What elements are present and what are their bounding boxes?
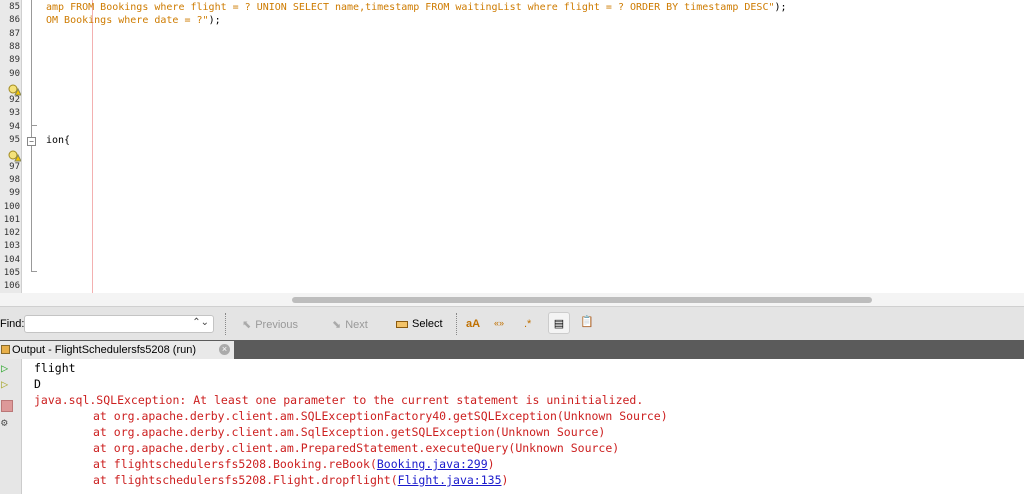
line-number: 97 [9, 161, 20, 172]
source-link[interactable]: Booking.java:299 [377, 457, 488, 471]
warning-bulb-icon[interactable] [8, 147, 22, 162]
stack-trace-line: at flightschedulersfs5208.Flight.dropfli… [34, 472, 508, 488]
next-arrow-icon: ⬊ [332, 319, 342, 331]
toolbar-separator [225, 313, 226, 335]
rerun-icon[interactable]: ▷ [1, 362, 13, 374]
right-margin-line [92, 0, 93, 293]
line-number: 103 [3, 241, 20, 252]
line-number: 86 [9, 15, 20, 26]
code-line-85: amp FROM Bookings where flight = ? UNION… [46, 1, 787, 14]
find-history-dropdown-icon[interactable]: ⌃⌄ [192, 317, 209, 328]
highlight-results-icon[interactable]: ▤ [548, 312, 570, 334]
output-console[interactable]: flight D java.sql.SQLException: At least… [22, 359, 1024, 494]
line-number: 101 [3, 214, 20, 225]
line-number: 94 [9, 121, 20, 132]
line-number: 89 [9, 55, 20, 66]
fold-guide-end [31, 125, 37, 126]
output-tab[interactable]: Output - FlightSchedulersfs5208 (run) × [0, 341, 234, 359]
previous-button[interactable]: ⬉ Previous [242, 318, 299, 332]
code-line-86: OM Bookings where date = ?"); [46, 14, 221, 27]
output-tab-title: Output - FlightSchedulersfs5208 (run) [12, 344, 197, 356]
next-button[interactable]: ⬊ Next [332, 318, 368, 332]
line-number: 88 [9, 41, 20, 52]
line-number: 85 [9, 2, 20, 12]
line-number: 90 [9, 68, 20, 79]
line-number: 102 [3, 228, 20, 239]
string-literal: amp FROM Bookings where flight = ? UNION… [46, 2, 775, 13]
fold-guide-end [31, 271, 37, 272]
close-icon[interactable]: × [219, 344, 230, 355]
source-link[interactable]: Flight.java:135 [398, 473, 502, 487]
output-icon [1, 345, 10, 354]
settings-icon[interactable]: ⚙ [1, 417, 13, 429]
stack-trace-line: at org.apache.derby.client.am.PreparedSt… [93, 441, 620, 455]
output-line: D [34, 377, 41, 391]
fold-collapse-icon[interactable]: − [27, 137, 36, 146]
find-input[interactable]: ⌃⌄ [24, 315, 214, 333]
select-button[interactable]: Select [396, 318, 443, 330]
regex-icon[interactable]: .* [524, 318, 531, 330]
code-text: ); [774, 2, 787, 13]
select-label: Select [412, 318, 443, 330]
rerun-with-options-icon[interactable]: ▷ [1, 378, 13, 390]
line-number: 106 [3, 281, 20, 292]
toolbar-separator [456, 313, 457, 335]
stack-trace-line: at org.apache.derby.client.am.SQLExcepti… [93, 409, 668, 423]
match-case-icon[interactable]: aA [466, 318, 480, 330]
output-tab-bar: Output - FlightSchedulersfs5208 (run) × [0, 340, 1024, 359]
select-icon [396, 320, 408, 328]
line-number: 93 [9, 108, 20, 119]
line-number: 100 [3, 201, 20, 212]
stack-trace-line: at org.apache.derby.client.am.SqlExcepti… [93, 425, 606, 439]
line-number: 98 [9, 174, 20, 185]
previous-label: Previous [255, 318, 299, 331]
line-number: 87 [9, 28, 20, 39]
code-editor[interactable]: 85 86 87 88 89 90 92 93 94 95 97 98 99 100 101 102 103 10… [0, 0, 1024, 293]
stop-icon[interactable] [1, 400, 13, 412]
wrap-around-icon[interactable]: 📋 [580, 315, 594, 328]
find-bar: Find: ⌃⌄ ⬉ Previous ⬊ Next Select aA «» .*… [0, 306, 1024, 340]
stack-text: at flightschedulersfs5208.Flight.dropfli… [93, 473, 398, 487]
stack-trace-line: at flightschedulersfs5208.Booking.reBook… [34, 456, 495, 472]
line-number: 95 [9, 135, 20, 145]
stack-text: ) [501, 473, 509, 487]
line-number: 105 [3, 268, 20, 278]
code-text: ); [208, 15, 221, 27]
stack-text: at flightschedulersfs5208.Booking.reBook… [93, 457, 377, 471]
line-number: 92 [9, 95, 20, 106]
code-line-95: ion{ [46, 135, 71, 146]
exception-line: java.sql.SQLException: At least one para… [34, 393, 644, 407]
line-number: 99 [9, 188, 20, 199]
line-number: 104 [3, 254, 20, 265]
stack-text: ) [487, 457, 495, 471]
next-label: Next [345, 318, 368, 331]
previous-arrow-icon: ⬉ [242, 319, 252, 331]
string-literal: OM Bookings where date = ?" [46, 15, 209, 27]
warning-bulb-icon[interactable] [8, 81, 22, 96]
fold-guide [31, 0, 32, 272]
output-line: flight [34, 361, 76, 375]
find-label: Find: [0, 318, 25, 330]
scrollbar-thumb[interactable] [292, 297, 872, 303]
whole-words-icon[interactable]: «» [494, 318, 504, 328]
output-side-toolbar: ▷ ▷ ⚙ [0, 359, 22, 494]
